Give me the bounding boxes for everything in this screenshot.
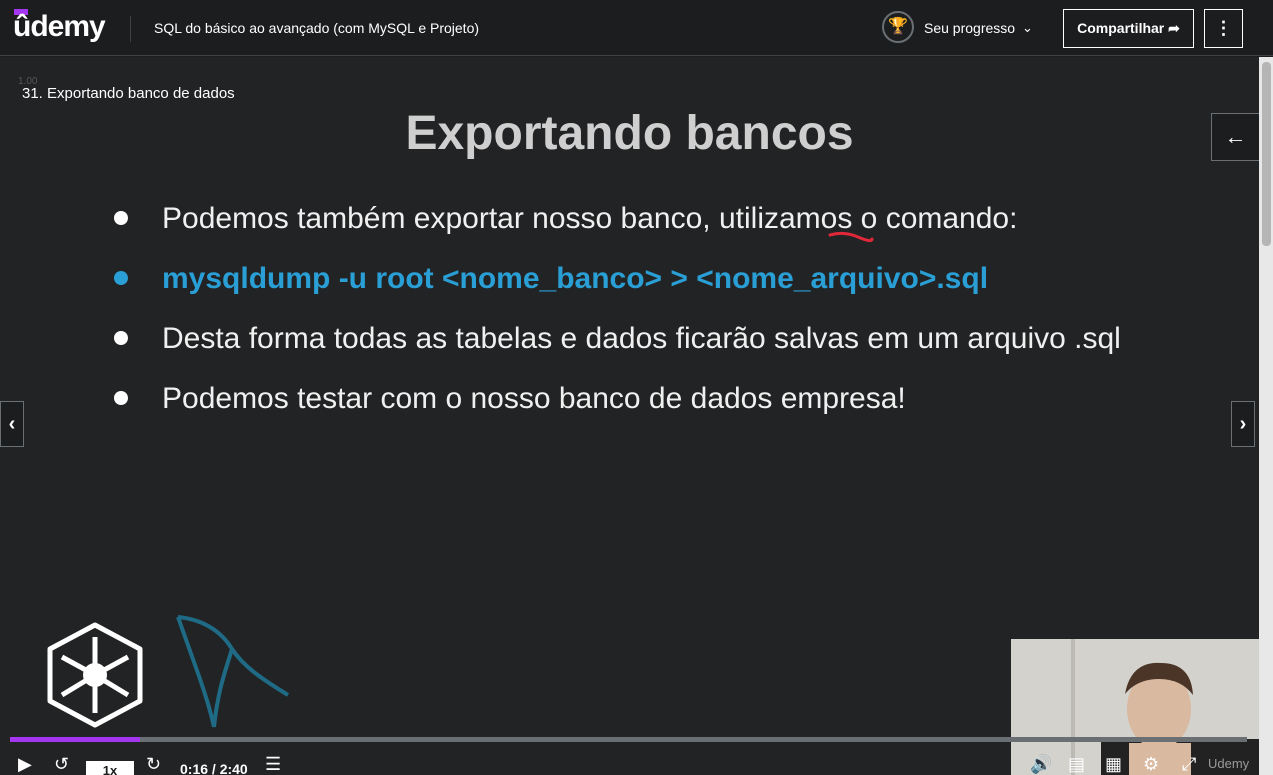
scroll-thumb[interactable] [1262,62,1271,246]
bullet-dot [114,391,128,405]
slide-bullets: Podemos também exportar nosso banco, uti… [112,197,1121,437]
time-display: 0:16 / 2:40 [180,761,248,775]
bullet-dot [114,331,128,345]
progress-label[interactable]: Seu progresso [924,20,1015,36]
video-player[interactable]: 1.00 31. Exportando banco de dados Expor… [0,57,1259,775]
arrow-left-icon[interactable]: ← [1211,113,1259,161]
settings-icon[interactable]: ⚙ [1143,754,1159,775]
network-cube-logo [47,622,143,728]
chevron-down-icon[interactable]: ⌄ [1022,20,1033,36]
udemy-logo[interactable]: ûdemy [13,10,106,44]
chevron-left-icon[interactable]: ‹ [0,401,24,447]
bullet-item-command: mysqldump -u root <nome_banco> > <nome_a… [112,257,1121,317]
share-label: Compartilhar [1077,20,1165,36]
bullet-text: Podemos testar com o nosso banco de dado… [162,382,906,415]
rewind-icon[interactable]: ↺ [54,754,69,775]
video-progress-track[interactable] [10,737,1247,742]
speed-button[interactable]: 1x [86,761,134,775]
forward-icon[interactable]: ↻ [146,754,161,775]
more-vertical-icon[interactable]: ⋮ [1204,9,1243,48]
chevron-right-icon[interactable]: › [1231,401,1255,447]
transcript-icon[interactable]: ▤ [1068,754,1085,775]
captions-icon[interactable]: ▦ [1105,754,1122,775]
pen-annotation [828,231,874,243]
share-arrow-icon: ➦ [1168,20,1180,36]
bullet-item: Podemos testar com o nosso banco de dado… [112,377,1121,437]
video-progress-fill [10,737,140,742]
play-icon[interactable]: ▶ [18,754,32,775]
fullscreen-icon[interactable]: ⤢ [1182,754,1196,775]
notes-icon[interactable]: ☰ [265,754,281,775]
share-button[interactable]: Compartilhar ➦ [1063,9,1194,48]
top-bar: ûdemy SQL do básico ao avançado (com MyS… [0,0,1273,56]
slide-title: Exportando bancos [405,107,854,160]
course-title[interactable]: SQL do básico ao avançado (com MySQL e P… [154,20,479,36]
udemy-watermark: Udemy [1208,756,1250,771]
bullet-text: Podemos também exportar nosso banco, uti… [162,202,1018,235]
bullet-text: mysqldump -u root <nome_banco> > <nome_a… [162,262,989,295]
trophy-icon[interactable]: 🏆 [882,11,914,43]
bullet-text: Desta forma todas as tabelas e dados fic… [162,322,1121,355]
bullet-item: Desta forma todas as tabelas e dados fic… [112,317,1121,377]
bullet-dot [114,271,128,285]
mysql-dolphin-icon [176,615,290,728]
header-divider [130,16,131,42]
lecture-title: 31. Exportando banco de dados [22,85,235,102]
bullet-item: Podemos também exportar nosso banco, uti… [112,197,1121,257]
bullet-dot [114,211,128,225]
volume-icon[interactable]: 🔊 [1030,754,1052,775]
